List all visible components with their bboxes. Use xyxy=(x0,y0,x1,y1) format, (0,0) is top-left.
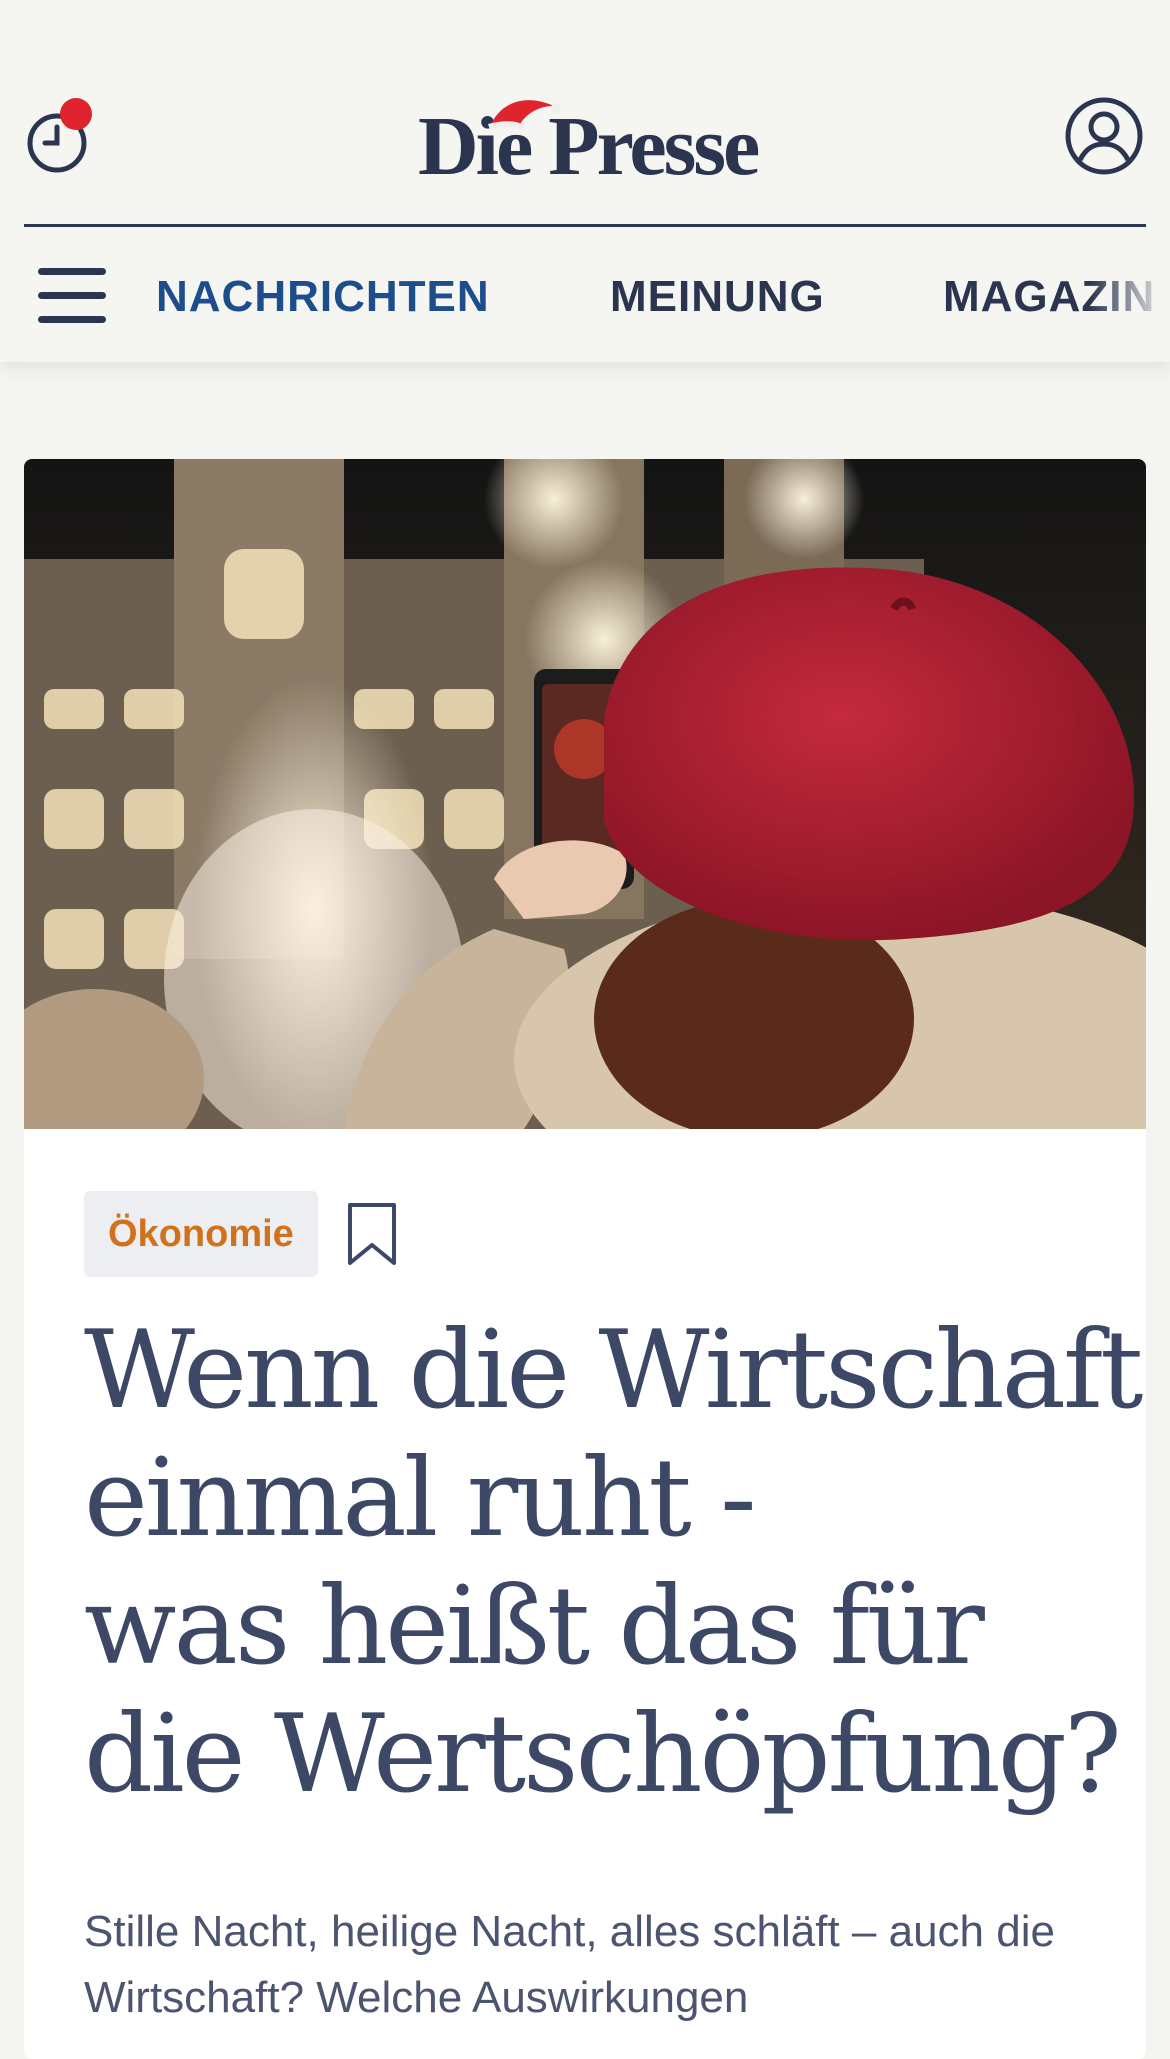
hero-image[interactable] xyxy=(24,459,1146,1129)
article-card[interactable]: Ökonomie Wenn die Wirtschaft einmal ruht… xyxy=(24,459,1146,2059)
category-tag[interactable]: Ökonomie xyxy=(84,1191,318,1277)
article-headline[interactable]: Wenn die Wirtschaft einmal ruht - was he… xyxy=(84,1307,1143,1819)
bookmark-icon[interactable] xyxy=(346,1201,398,1269)
die-presse-logo[interactable]: Die Presse xyxy=(412,92,762,193)
nav-scroll-fade xyxy=(1090,228,1170,362)
hamburger-menu-icon[interactable] xyxy=(38,268,106,324)
site-header: Die Presse NACHRICHTEN MEINUNG MAGAZIN xyxy=(0,0,1170,362)
headline-line: Wenn die Wirtschaft xyxy=(84,1308,1143,1433)
logo-text: Die Presse xyxy=(418,100,760,193)
nav-item-meinung[interactable]: MEINUNG xyxy=(610,272,825,322)
article-teaser: Stille Nacht, heilige Nacht, alles schlä… xyxy=(84,1907,1055,2022)
santa-hat-icon xyxy=(488,100,561,130)
header-divider xyxy=(24,224,1146,227)
headline-line: die Wertschöpfung? xyxy=(84,1692,1122,1817)
main-navigation: NACHRICHTEN MEINUNG MAGAZIN xyxy=(0,228,1170,362)
notification-dot xyxy=(60,98,92,130)
headline-line: was heißt das für xyxy=(84,1564,985,1689)
headline-line: einmal ruht - xyxy=(84,1436,757,1561)
header-top-bar: Die Presse xyxy=(0,0,1170,226)
history-button[interactable] xyxy=(26,96,98,176)
user-account-icon xyxy=(1065,97,1143,175)
nav-item-nachrichten[interactable]: NACHRICHTEN xyxy=(156,272,490,322)
account-button[interactable] xyxy=(1064,96,1146,178)
